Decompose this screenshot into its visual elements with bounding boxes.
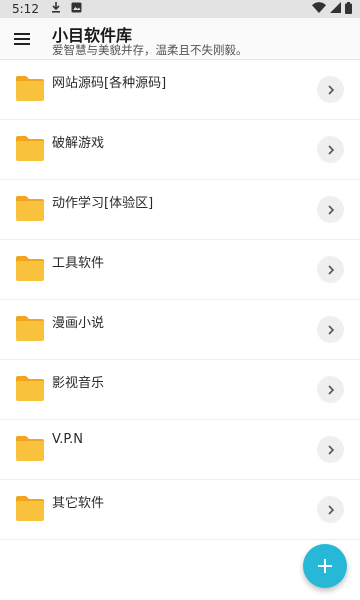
list-item-label: 网站源码[各种源码] (52, 76, 167, 91)
battery-icon (345, 1, 352, 17)
folder-icon (16, 376, 44, 401)
menu-button[interactable] (12, 29, 32, 49)
photo-icon (71, 2, 82, 16)
list-item-label: 动作学习[体验区] (52, 196, 154, 211)
list-item[interactable]: 动作学习[体验区] (0, 180, 360, 240)
wifi-icon (312, 2, 326, 16)
signal-icon (330, 2, 341, 16)
folder-icon (16, 496, 44, 521)
folder-icon (16, 436, 44, 461)
list-item[interactable]: V.P.N (0, 420, 360, 480)
list-item[interactable]: 网站源码[各种源码] (0, 60, 360, 120)
list-item-label: 漫画小说 (52, 316, 105, 331)
chevron-right-icon[interactable] (317, 136, 344, 163)
status-bar: 5:12 (0, 0, 360, 18)
list-item-label: V.P.N (52, 432, 84, 447)
folder-icon (16, 196, 44, 221)
status-time: 5:12 (12, 2, 39, 16)
menu-icon (14, 33, 30, 45)
app-subtitle: 爱智慧与美貌并存，温柔且不失刚毅。 (52, 43, 248, 57)
folder-icon (16, 136, 44, 161)
list-item[interactable]: 工具软件 (0, 240, 360, 300)
folder-icon (16, 76, 44, 101)
category-list: 网站源码[各种源码] 破解游戏动作学习[体验区] 工具软件漫画小说影视音乐 V.P.N… (0, 60, 360, 540)
list-item[interactable]: 其它软件 (0, 480, 360, 540)
chevron-right-icon[interactable] (317, 256, 344, 283)
list-item[interactable]: 破解游戏 (0, 120, 360, 180)
chevron-right-icon[interactable] (317, 316, 344, 343)
download-icon (51, 2, 61, 16)
app-bar: 小目软件库 爱智慧与美貌并存，温柔且不失刚毅。 (0, 18, 360, 60)
add-button[interactable] (303, 544, 347, 588)
folder-icon (16, 316, 44, 341)
chevron-right-icon[interactable] (317, 496, 344, 523)
folder-icon (16, 256, 44, 281)
list-item-label: 其它软件 (52, 496, 105, 511)
chevron-right-icon[interactable] (317, 196, 344, 223)
chevron-right-icon[interactable] (317, 376, 344, 403)
list-item-label: 破解游戏 (52, 136, 105, 151)
list-item-label: 影视音乐 (52, 376, 105, 391)
list-item-label: 工具软件 (52, 256, 105, 271)
list-item[interactable]: 漫画小说 (0, 300, 360, 360)
list-item[interactable]: 影视音乐 (0, 360, 360, 420)
chevron-right-icon[interactable] (317, 76, 344, 103)
chevron-right-icon[interactable] (317, 436, 344, 463)
plus-icon (318, 559, 332, 573)
